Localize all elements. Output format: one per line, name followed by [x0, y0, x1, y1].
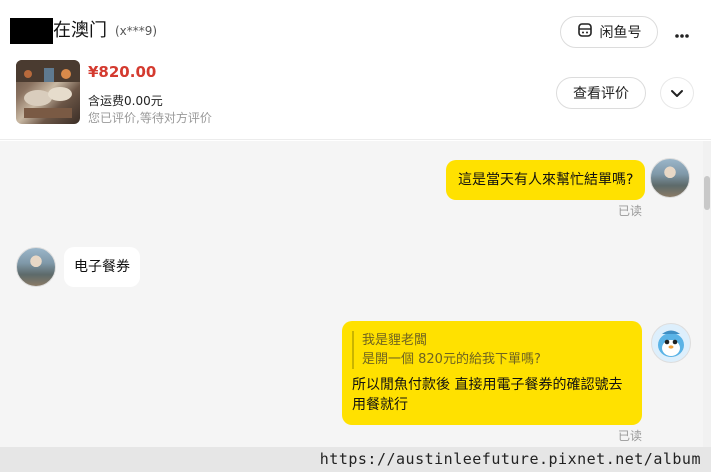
message-bubble-mine[interactable]: 這是當天有人來幫忙結單嗎? — [446, 160, 646, 200]
watermark-url: https://austinleefuture.pixnet.net/album — [0, 447, 711, 472]
redacted-name — [10, 18, 53, 44]
xianyu-id-button[interactable]: 闲鱼号 — [560, 16, 658, 48]
seller-id: (x***9) — [115, 24, 158, 38]
product-price: ¥820.00 — [88, 63, 157, 81]
shipping-fee: 含运费0.00元 — [88, 94, 163, 108]
more-options-button[interactable] — [668, 20, 696, 46]
quote-line-2: 是開一個 820元的給我下單嗎? — [362, 352, 541, 367]
xianyu-id-label: 闲鱼号 — [599, 25, 642, 41]
my-avatar-mascot[interactable] — [651, 323, 691, 363]
quoted-message: 我是貍老闆 是開一個 820元的給我下單嗎? — [352, 331, 632, 369]
review-status: 您已评价,等待对方评价 — [88, 111, 212, 125]
chevron-down-icon — [670, 84, 684, 103]
message-text: 电子餐券 — [74, 259, 130, 275]
quote-line-1: 我是貍老闆 — [362, 333, 428, 348]
xianyu-icon — [577, 22, 593, 42]
chat-area[interactable]: 這是當天有人來幫忙結單嗎? 已读 电子餐券 我是貍老闆 是開一個 820元的給我… — [0, 141, 703, 447]
message-text-line-1: 所以閒魚付款後 直接用電子餐券的確認號去 — [352, 377, 623, 393]
message-text: 這是當天有人來幫忙結單嗎? — [458, 172, 634, 188]
view-review-button[interactable]: 查看评价 — [556, 77, 646, 109]
chat-title: 在澳门 (x***9) — [10, 18, 157, 44]
more-icon — [674, 24, 690, 43]
message-text-line-2: 用餐就行 — [352, 397, 408, 413]
expand-button[interactable] — [660, 77, 694, 109]
seller-name: 在澳门 — [53, 20, 107, 41]
read-receipt: 已读 — [618, 204, 643, 218]
seller-avatar[interactable] — [16, 247, 56, 287]
message-text: 所以閒魚付款後 直接用電子餐券的確認號去 用餐就行 — [352, 375, 632, 415]
message-bubble-theirs[interactable]: 电子餐券 — [64, 247, 140, 287]
product-image[interactable] — [16, 60, 80, 124]
my-avatar[interactable] — [650, 158, 690, 198]
order-header: 在澳门 (x***9) 闲鱼号 ¥820.00 含运费0.00元 您已评价,等待… — [0, 0, 711, 140]
message-bubble-mine-quoted[interactable]: 我是貍老闆 是開一個 820元的給我下單嗎? 所以閒魚付款後 直接用電子餐券的確… — [342, 321, 642, 425]
chat-scrollbar-thumb[interactable] — [704, 176, 710, 210]
read-receipt: 已读 — [618, 429, 643, 443]
